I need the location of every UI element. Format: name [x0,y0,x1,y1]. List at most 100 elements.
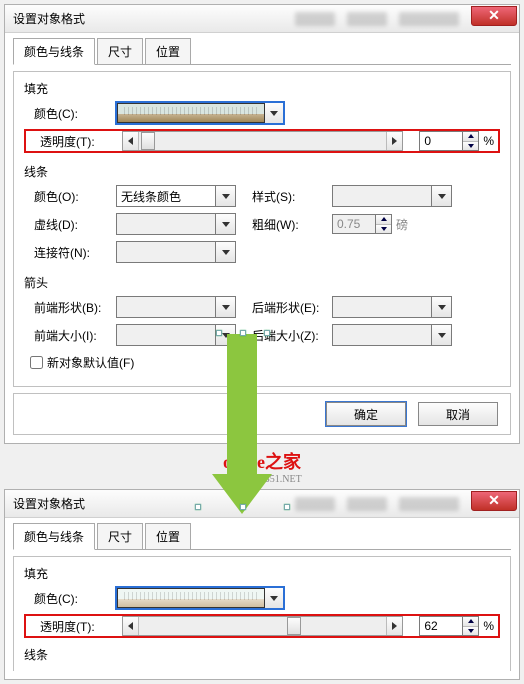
dash-label: 虚线(D): [24,216,116,233]
blurred-title-item [399,12,459,26]
dropdown-arrow-icon[interactable] [264,587,284,609]
dropdown-arrow-icon[interactable] [432,324,452,346]
blurred-title-item [399,497,459,511]
transparency-label: 透明度(T): [30,133,122,150]
fill-color-label: 颜色(C): [24,590,116,607]
spin-down-icon[interactable] [463,627,478,636]
line-style-combo[interactable] [332,185,452,207]
selection-handle [195,504,201,510]
titlebar[interactable]: 设置对象格式 ✕ [5,490,519,518]
spin-up-icon[interactable] [463,617,478,627]
selection-handle [284,504,290,510]
dialog-bottom: 设置对象格式 ✕ 颜色与线条 尺寸 位置 填充 颜色(C): 透明度(T): [4,489,520,680]
line-color-label: 颜色(O): [24,188,116,205]
selection-handle [216,330,222,336]
line-color-value: 无线条颜色 [121,188,181,205]
fill-header: 填充 [24,80,500,97]
line-style-label: 样式(S): [246,188,332,205]
arrow-end-shape-label: 后端形状(E): [246,299,332,316]
weight-input[interactable] [332,214,376,234]
dropdown-arrow-icon[interactable] [432,185,452,207]
arrow-begin-size-label: 前端大小(I): [24,327,116,344]
blurred-title-item [295,12,335,26]
fill-color-combo[interactable] [116,102,284,124]
close-icon: ✕ [488,7,500,24]
fill-color-label: 颜色(C): [24,105,116,122]
arrow-end-size-label: 后端大小(Z): [246,327,332,344]
percent-label: % [483,619,494,633]
dialog-title: 设置对象格式 [13,10,85,27]
panel-main: 填充 颜色(C): 透明度(T): % [13,71,511,387]
slider-decrement-icon[interactable] [123,132,139,150]
slider-thumb[interactable] [287,617,301,635]
tab-size[interactable]: 尺寸 [97,523,143,550]
titlebar[interactable]: 设置对象格式 ✕ [5,5,519,33]
dialog-top: 设置对象格式 ✕ 颜色与线条 尺寸 位置 填充 颜色(C): 透明度(T): [4,4,520,444]
dropdown-arrow-icon[interactable] [216,185,236,207]
close-button[interactable]: ✕ [471,491,517,511]
arrow-begin-shape-combo[interactable] [116,296,236,318]
transparency-row-highlight: 透明度(T): % [24,614,500,638]
selection-handle [240,330,246,336]
arrow-end-size-combo[interactable] [332,324,452,346]
selection-handle [240,504,246,510]
connector-label: 连接符(N): [24,244,116,261]
slider-thumb[interactable] [141,132,155,150]
dropdown-arrow-icon[interactable] [432,296,452,318]
blurred-title-item [347,12,387,26]
fill-color-swatch [117,588,265,608]
spin-up-icon[interactable] [376,215,391,225]
slider-decrement-icon[interactable] [123,617,139,635]
spin-down-icon[interactable] [376,225,391,234]
spin-up-icon[interactable] [463,132,478,142]
transparency-row-highlight: 透明度(T): % [24,129,500,153]
defaults-label: 新对象默认值(F) [47,354,134,371]
dropdown-arrow-icon[interactable] [216,213,236,235]
close-icon: ✕ [488,492,500,509]
defaults-checkbox[interactable] [30,356,43,369]
line-header: 线条 [24,646,500,663]
button-row: 确定 取消 [13,393,511,435]
selection-handle [264,330,270,336]
blurred-title-item [295,497,335,511]
percent-label: % [483,134,494,148]
dialog-title: 设置对象格式 [13,495,85,512]
tab-size[interactable]: 尺寸 [97,38,143,65]
tab-bar: 颜色与线条 尺寸 位置 [13,522,511,550]
connector-combo[interactable] [116,241,236,263]
transparency-spinner[interactable] [419,131,479,151]
spin-down-icon[interactable] [463,142,478,151]
tab-color-lines[interactable]: 颜色与线条 [13,38,95,65]
close-button[interactable]: ✕ [471,6,517,26]
weight-spinner[interactable] [332,214,392,234]
weight-unit: 磅 [396,216,408,233]
tab-position[interactable]: 位置 [145,38,191,65]
dropdown-arrow-icon[interactable] [264,102,284,124]
cancel-button[interactable]: 取消 [418,402,498,426]
arrow-end-shape-combo[interactable] [332,296,452,318]
arrow-begin-shape-label: 前端形状(B): [24,299,116,316]
defaults-row: 新对象默认值(F) [26,353,500,372]
dash-combo[interactable] [116,213,236,235]
transparency-input[interactable] [419,616,463,636]
tab-position[interactable]: 位置 [145,523,191,550]
blurred-title-item [347,497,387,511]
fill-color-combo[interactable] [116,587,284,609]
line-color-combo[interactable]: 无线条颜色 [116,185,236,207]
fill-header: 填充 [24,565,500,582]
slider-increment-icon[interactable] [386,132,402,150]
transparency-slider[interactable] [122,616,403,636]
dialog-content: 颜色与线条 尺寸 位置 填充 颜色(C): 透明度(T): [5,33,519,443]
line-header: 线条 [24,163,500,180]
transparency-spinner[interactable] [419,616,479,636]
dropdown-arrow-icon[interactable] [216,296,236,318]
transparency-label: 透明度(T): [30,618,122,635]
dropdown-arrow-icon[interactable] [216,241,236,263]
tab-color-lines[interactable]: 颜色与线条 [13,523,95,550]
ok-button[interactable]: 确定 [326,402,406,426]
transparency-input[interactable] [419,131,463,151]
tab-bar: 颜色与线条 尺寸 位置 [13,37,511,65]
slider-increment-icon[interactable] [386,617,402,635]
transparency-slider[interactable] [122,131,403,151]
arrow-header: 箭头 [24,274,500,291]
